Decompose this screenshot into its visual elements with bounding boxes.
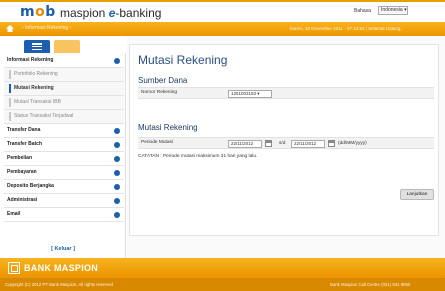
- nav-bar: › Informasi Rekening › Kamis, 20 Desembe…: [0, 22, 445, 36]
- date-format-hint: (dd/MM/yyyy): [338, 140, 367, 146]
- section-title-mutasi: Mutasi Rekening: [138, 123, 198, 132]
- sidebar-item[interactable]: Administrasi: [4, 194, 124, 208]
- sidebar-item[interactable]: Mutasi Rekening: [4, 82, 124, 96]
- bank-logo-icon: [8, 262, 20, 274]
- account-label: Nomor Rekening: [141, 90, 177, 95]
- breadcrumb[interactable]: › Informasi Rekening ›: [22, 25, 71, 31]
- sidebar-item-label: Email: [7, 211, 21, 217]
- sidebar-item-label: Pembelian: [7, 155, 33, 161]
- menu-icon: [32, 43, 42, 51]
- sidebar-item-label: Informasi Rekening: [7, 57, 54, 63]
- bank-name: BANK MASPION: [24, 263, 99, 273]
- brand-title: maspion e-banking: [60, 6, 162, 20]
- expand-bullet-icon[interactable]: [114, 155, 120, 162]
- sidebar-item-label: Deposito Berjangka: [7, 183, 54, 189]
- sidebar-item-label: Status Transaksi Terjadwal: [14, 113, 74, 119]
- expand-bullet-icon[interactable]: [114, 211, 120, 218]
- sidebar-item-label: Pembayaran: [7, 169, 37, 175]
- period-row: Periode Mutasi 22/11/2012 s/d 22/11/2012…: [138, 137, 434, 149]
- period-label: Periode Mutasi: [141, 140, 173, 145]
- page-title: Mutasi Rekening: [138, 53, 228, 67]
- section-title-sumber-dana: Sumber Dana: [138, 76, 188, 85]
- date-greeting: Kamis, 20 Desember 2011 - 07:13:52 | Sel…: [290, 26, 402, 31]
- mcb-logo: mob: [20, 4, 56, 20]
- main-content: Mutasi Rekening Sumber Dana Nomor Rekeni…: [127, 36, 445, 258]
- calendar-icon[interactable]: [265, 140, 272, 147]
- top-header: mob maspion e-banking Bahasa Indonesia ▾: [0, 0, 445, 22]
- bank-brand-bar: BANK MASPION: [0, 258, 445, 278]
- date-separator: s/d: [279, 140, 286, 146]
- sidebar-item-label: Transfer Batch: [7, 141, 43, 147]
- sidebar-item-label: Transfer Dana: [7, 127, 41, 133]
- sidebar-item[interactable]: Transfer Batch: [4, 138, 124, 152]
- language-select[interactable]: Indonesia ▾: [378, 6, 408, 15]
- expand-bullet-icon[interactable]: [114, 169, 120, 176]
- expand-bullet-icon[interactable]: [114, 197, 120, 204]
- sidebar-item[interactable]: Informasi Rekening: [4, 54, 124, 68]
- sidebar-item[interactable]: Pembelian: [4, 152, 124, 166]
- home-icon[interactable]: [6, 25, 14, 32]
- sidebar-item[interactable]: Status Transaksi Terjadwal: [4, 110, 124, 124]
- account-row: Nomor Rekening 1251003193 ▾: [138, 87, 434, 99]
- copyright-text: Copyright (C) 2012 PT Bank Maspion. All …: [5, 281, 113, 287]
- expand-bullet-icon[interactable]: [114, 57, 120, 64]
- sidebar-item[interactable]: Email: [4, 208, 124, 222]
- sidebar-item[interactable]: Pembayaran: [4, 166, 124, 180]
- calendar-icon[interactable]: [328, 140, 335, 147]
- call-center-text: Bank Maspion Call Centre (031) 531 8080: [330, 281, 411, 287]
- sidebar-item[interactable]: Transfer Dana: [4, 124, 124, 138]
- from-date-input[interactable]: 22/11/2012: [228, 139, 262, 148]
- account-select[interactable]: 1251003193 ▾: [228, 89, 272, 98]
- sidebar-item-label: Mutasi Transaksi IBB: [14, 99, 61, 105]
- sidebar-tabs: [0, 36, 126, 53]
- footer: Copyright (C) 2012 PT Bank Maspion. All …: [0, 278, 445, 291]
- sidebar-menu: Informasi Rekening Portofolio Rekening Mut…: [4, 54, 124, 222]
- tab-secondary[interactable]: [54, 40, 80, 53]
- sidebar: Informasi Rekening Portofolio Rekening Mut…: [0, 36, 126, 258]
- language-label: Bahasa: [354, 8, 371, 14]
- sidebar-item[interactable]: Deposito Berjangka: [4, 180, 124, 194]
- sidebar-item-label: Mutasi Rekening: [14, 85, 54, 91]
- period-note: CATATAN : Periode mutasi maksimum 31 har…: [138, 154, 258, 159]
- sidebar-item[interactable]: Mutasi Transaksi IBB: [4, 96, 124, 110]
- tab-menu[interactable]: [24, 40, 50, 53]
- sidebar-item[interactable]: Portofolio Rekening: [4, 68, 124, 82]
- next-button[interactable]: Lanjutkan: [400, 189, 434, 200]
- content-panel: Mutasi Rekening Sumber Dana Nomor Rekeni…: [129, 44, 439, 236]
- expand-bullet-icon[interactable]: [114, 183, 120, 190]
- logout-link[interactable]: [ Keluar ]: [0, 246, 126, 252]
- sidebar-item-label: Administrasi: [7, 197, 38, 203]
- expand-bullet-icon[interactable]: [114, 127, 120, 134]
- page: mob maspion e-banking Bahasa Indonesia ▾…: [0, 0, 445, 291]
- to-date-input[interactable]: 22/11/2012: [291, 139, 325, 148]
- expand-bullet-icon[interactable]: [114, 141, 120, 148]
- sidebar-item-label: Portofolio Rekening: [14, 71, 58, 77]
